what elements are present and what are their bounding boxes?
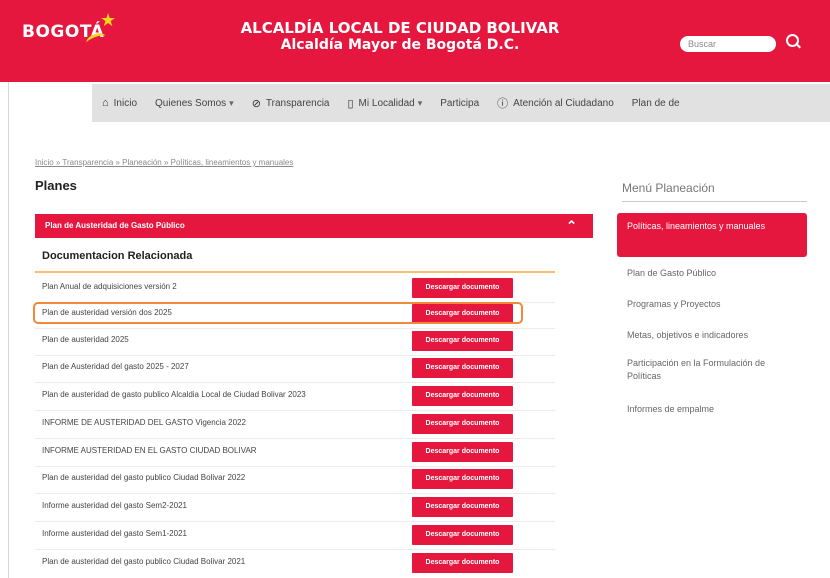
divider xyxy=(35,466,555,467)
list-item: INFORME DE AUSTERIDAD DEL GASTO Vigencia… xyxy=(35,414,555,439)
download-button[interactable]: Descargar documento xyxy=(412,414,513,434)
document-name: Plan de austeridad 2025 xyxy=(42,335,129,344)
nav-item-label: Transparencia xyxy=(265,97,330,109)
download-button[interactable]: Descargar documento xyxy=(412,278,513,298)
download-button[interactable]: Descargar documento xyxy=(412,358,513,378)
nav-item-participa[interactable]: Participa xyxy=(440,98,479,109)
download-button[interactable]: Descargar documento xyxy=(412,331,513,351)
download-button[interactable]: Descargar documento xyxy=(412,469,513,489)
shield-check-icon: ⊘ xyxy=(251,97,261,110)
home-icon: ⌂ xyxy=(102,97,109,109)
nav-item-atencion[interactable]: ⓘ Atención al Ciudadano xyxy=(497,95,614,111)
nav-item-transparencia[interactable]: ⊘ Transparencia xyxy=(252,97,330,110)
document-name: Informe austeridad del gasto Sem2-2021 xyxy=(42,501,187,510)
list-item: Plan de austeridad del gasto publico Ciu… xyxy=(35,553,555,575)
download-button[interactable]: Descargar documento xyxy=(412,525,513,545)
side-menu-item[interactable]: Informes de empalme xyxy=(627,403,714,416)
nav-item-inicio[interactable]: ⌂ Inicio xyxy=(102,97,137,109)
divider xyxy=(35,355,555,356)
download-button[interactable]: Descargar documento xyxy=(412,386,513,406)
list-item: Informe austeridad del gasto Sem2-2021 D… xyxy=(35,497,555,522)
nav-item-quienes-somos[interactable]: Quienes Somos ▾ xyxy=(155,98,234,109)
nav-item-label: Quienes Somos xyxy=(155,97,227,109)
star-icon: ★ xyxy=(100,10,117,31)
nav-item-label: Inicio xyxy=(113,97,138,109)
nav-item-plan[interactable]: Plan de de xyxy=(632,98,680,109)
document-name: Plan de austeridad del gasto publico Ciu… xyxy=(42,557,246,566)
chevron-up-icon: ⌃ xyxy=(566,218,577,233)
nav-item-label: Atención al Ciudadano xyxy=(513,97,614,109)
download-button[interactable]: Descargar documento xyxy=(412,497,513,517)
document-name: INFORME AUSTERIDAD EN EL GASTO CIUDAD BO… xyxy=(42,446,257,455)
book-icon: ▯ xyxy=(347,97,354,110)
divider xyxy=(35,382,555,383)
side-menu-item[interactable]: Programas y Proyectos xyxy=(627,298,721,311)
accordion-title: Plan de Austeridad de Gasto Público xyxy=(45,221,185,230)
list-item: Plan de austeridad 2025 Descargar docume… xyxy=(35,331,555,356)
document-name: Plan de austeridad del gasto publico Ciu… xyxy=(42,473,246,482)
site-title-line2: Alcaldía Mayor de Bogotá D.C. xyxy=(280,37,520,53)
side-menu-item[interactable]: Participación en la Formulación de Polít… xyxy=(627,357,787,383)
doc-heading: Documentacion Relacionada xyxy=(42,250,193,262)
divider xyxy=(35,328,555,329)
list-item: Informe austeridad del gasto Sem1-2021 D… xyxy=(35,525,555,550)
search-icon[interactable] xyxy=(786,34,799,47)
breadcrumb[interactable]: Inicio » Transparencia » Planeación » Po… xyxy=(35,158,293,167)
search-input[interactable]: Buscar xyxy=(680,36,776,52)
site-title: ALCALDÍA LOCAL DE CIUDAD BOLIVAR Alcaldí… xyxy=(200,19,600,54)
divider xyxy=(622,201,807,202)
chevron-down-icon: ▾ xyxy=(229,97,234,108)
header-bar: BOGOTÁ ★ ALCALDÍA LOCAL DE CIUDAD BOLIVA… xyxy=(0,0,830,82)
nav-item-label: Participa xyxy=(440,97,480,109)
list-item: Plan de austeridad de gasto publico Alca… xyxy=(35,386,555,411)
list-item: Plan Anual de adquisiciones versión 2 De… xyxy=(35,278,555,303)
site-title-line1: ALCALDÍA LOCAL DE CIUDAD BOLIVAR xyxy=(240,19,560,37)
list-item: INFORME AUSTERIDAD EN EL GASTO CIUDAD BO… xyxy=(35,442,555,467)
download-button[interactable]: Descargar documento xyxy=(412,442,513,462)
divider xyxy=(35,438,555,439)
divider xyxy=(35,271,555,273)
divider xyxy=(35,549,555,550)
divider xyxy=(35,521,555,522)
page-border xyxy=(8,82,9,578)
document-name: Informe austeridad del gasto Sem1-2021 xyxy=(42,529,187,538)
document-name: Plan de austeridad de gasto publico Alca… xyxy=(42,390,306,399)
nav-item-mi-localidad[interactable]: ▯ Mi Localidad ▾ xyxy=(347,97,422,110)
side-menu-title: Menú Planeación xyxy=(622,181,715,195)
highlight-box xyxy=(33,302,523,324)
side-menu-item[interactable]: Plan de Gasto Público xyxy=(627,267,716,280)
main-nav: ⌂ Inicio Quienes Somos ▾ ⊘ Transparencia… xyxy=(92,84,830,122)
document-name: Plan de Austeridad del gasto 2025 - 2027 xyxy=(42,362,189,371)
side-menu-item[interactable]: Metas, objetivos e indicadores xyxy=(627,329,748,342)
nav-item-label: Mi Localidad xyxy=(358,97,415,109)
accordion-header[interactable]: Plan de Austeridad de Gasto Público ⌃ xyxy=(35,214,593,238)
list-item: Plan de Austeridad del gasto 2025 - 2027… xyxy=(35,358,555,383)
download-button[interactable]: Descargar documento xyxy=(412,553,513,573)
list-item: Plan de austeridad del gasto publico Ciu… xyxy=(35,469,555,494)
divider xyxy=(35,493,555,494)
divider xyxy=(35,410,555,411)
chevron-down-icon: ▾ xyxy=(417,97,423,108)
bogota-logo[interactable]: BOGOTÁ ★ xyxy=(22,10,116,49)
document-name: INFORME DE AUSTERIDAD DEL GASTO Vigencia… xyxy=(42,418,246,427)
nav-item-label: Plan de de xyxy=(631,97,680,109)
page-title: Planes xyxy=(35,178,77,193)
info-icon: ⓘ xyxy=(497,98,509,110)
document-name: Plan Anual de adquisiciones versión 2 xyxy=(42,282,177,291)
side-menu-item-active[interactable]: Políticas, lineamientos y manuales xyxy=(617,213,807,257)
